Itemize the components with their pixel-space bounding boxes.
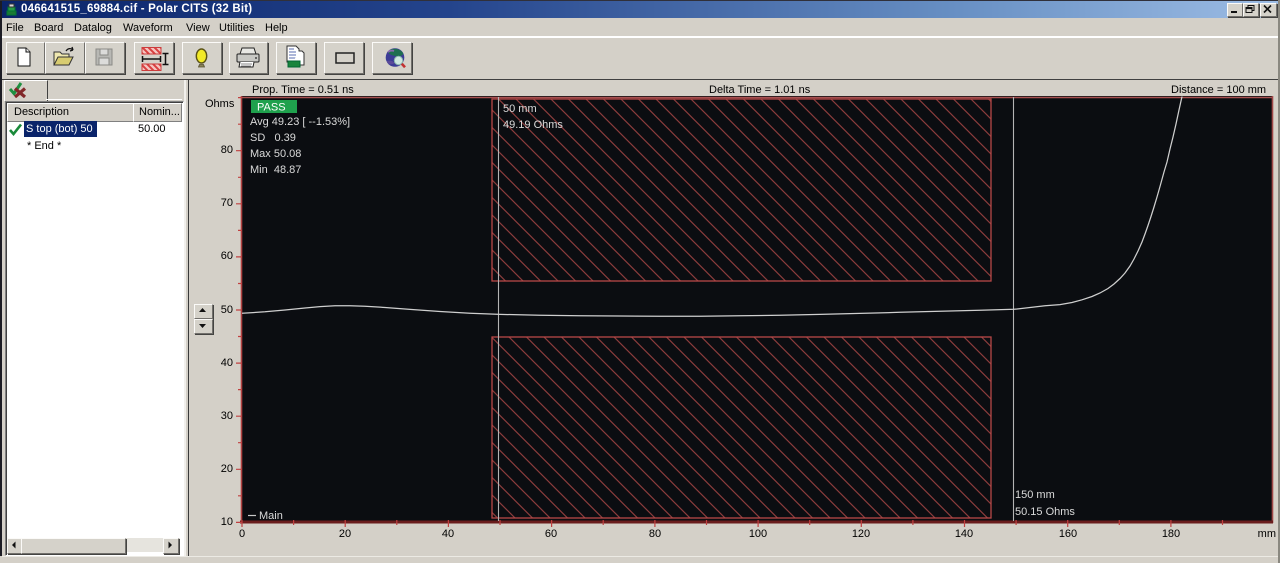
svg-text:Main: Main	[259, 510, 283, 522]
svg-text:Max 50.08: Max 50.08	[250, 148, 301, 160]
svg-text:PASS: PASS	[257, 102, 286, 114]
svg-text:50 mm: 50 mm	[503, 103, 537, 115]
svg-text:Min 48.87: Min 48.87	[250, 164, 301, 176]
svg-text:150 mm: 150 mm	[1015, 489, 1055, 501]
svg-text:SD 0.39: SD 0.39	[250, 132, 296, 144]
svg-text:Avg 49.23 [ --1.53%]: Avg 49.23 [ --1.53%]	[250, 116, 350, 128]
svg-text:49.19 Ohms: 49.19 Ohms	[503, 119, 563, 131]
svg-text:50.15 Ohms: 50.15 Ohms	[1015, 506, 1075, 518]
